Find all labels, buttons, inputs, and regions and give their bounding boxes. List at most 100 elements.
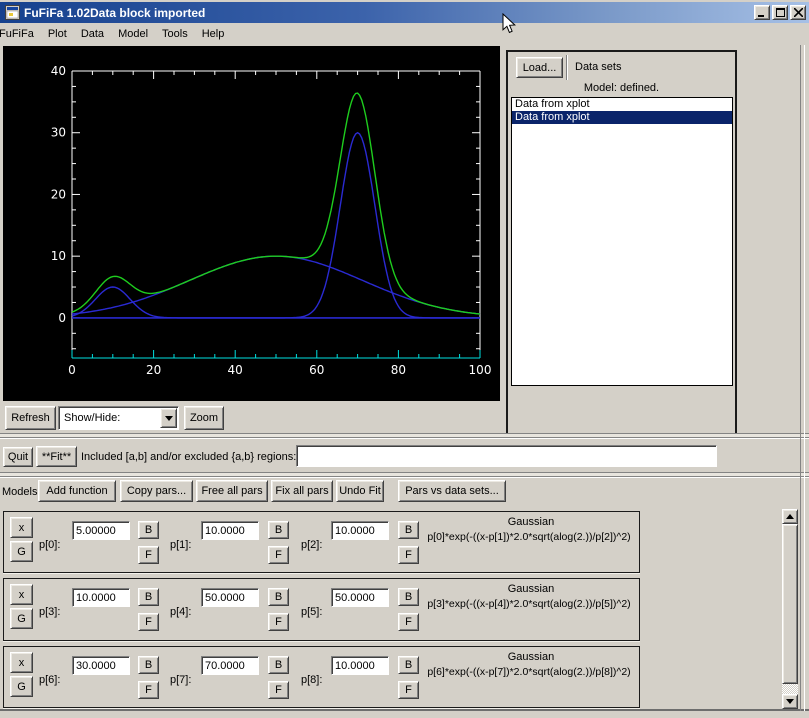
regions-input[interactable] bbox=[296, 445, 717, 467]
menu-model[interactable]: Model bbox=[111, 25, 155, 43]
model-status: Model: defined. bbox=[583, 82, 660, 94]
svg-text:40: 40 bbox=[51, 64, 66, 78]
param-value-input[interactable] bbox=[201, 656, 259, 675]
param-value-input[interactable] bbox=[72, 588, 130, 607]
scrollbar-thumb[interactable] bbox=[782, 524, 798, 684]
param-value-input[interactable] bbox=[331, 588, 389, 607]
param-value-input[interactable] bbox=[331, 521, 389, 540]
maximize-button[interactable] bbox=[772, 5, 788, 20]
param-value-input[interactable] bbox=[72, 656, 130, 675]
fix-param-button[interactable]: F bbox=[138, 613, 159, 631]
fit-button[interactable]: **Fit** bbox=[36, 446, 77, 467]
function-type-title: Gaussian bbox=[507, 651, 555, 663]
undo-fit-button[interactable]: Undo Fit bbox=[336, 480, 384, 502]
fix-param-button[interactable]: F bbox=[268, 681, 289, 699]
separator bbox=[0, 472, 809, 477]
bound-param-button[interactable]: B bbox=[138, 521, 159, 539]
fix-param-button[interactable]: F bbox=[398, 613, 419, 631]
param-label: p[2]: bbox=[301, 539, 323, 551]
param-label: p[6]: bbox=[39, 674, 61, 686]
right-border bbox=[800, 45, 801, 711]
param-label: p[3]: bbox=[39, 606, 61, 618]
close-icon bbox=[793, 8, 803, 17]
minimize-icon bbox=[758, 14, 764, 17]
param-label: p[5]: bbox=[301, 606, 323, 618]
svg-text:80: 80 bbox=[391, 363, 406, 377]
function-type-title: Gaussian bbox=[507, 516, 555, 528]
param-label: p[4]: bbox=[170, 606, 192, 618]
bound-param-button[interactable]: B bbox=[268, 588, 289, 606]
param-label: p[1]: bbox=[170, 539, 192, 551]
param-value-input[interactable] bbox=[201, 588, 259, 607]
scroll-down-button[interactable] bbox=[782, 694, 798, 709]
menu-help[interactable]: Help bbox=[195, 25, 232, 43]
function-formula: p[6]*exp(-((x-p[7])*2.0*sqrt(alog(2.))/p… bbox=[427, 666, 631, 678]
bound-param-button[interactable]: B bbox=[268, 656, 289, 674]
menu-bar: FuFiFa Plot Data Model Tools Help bbox=[0, 23, 809, 45]
pars-vs-datasets-button[interactable]: Pars vs data sets... bbox=[398, 480, 506, 502]
bound-param-button[interactable]: B bbox=[138, 656, 159, 674]
fix-param-button[interactable]: F bbox=[138, 546, 159, 564]
load-button[interactable]: Load... bbox=[516, 57, 563, 78]
quit-button[interactable]: Quit bbox=[3, 447, 33, 467]
plot-canvas: 0 20 40 60 80 100 0 10 20 30 40 bbox=[51, 64, 492, 377]
menu-data[interactable]: Data bbox=[74, 25, 111, 43]
bound-param-button[interactable]: B bbox=[138, 588, 159, 606]
zoom-button[interactable]: Zoom bbox=[184, 406, 224, 430]
arrow-up-icon bbox=[786, 514, 794, 519]
list-item[interactable]: Data from xplot bbox=[512, 98, 732, 111]
copy-pars-button[interactable]: Copy pars... bbox=[120, 480, 193, 502]
svg-text:20: 20 bbox=[146, 363, 161, 377]
mouse-cursor bbox=[502, 13, 516, 34]
bound-param-button[interactable]: B bbox=[398, 521, 419, 539]
window-title: FuFiFa 1.02Data block imported bbox=[24, 5, 206, 20]
delete-function-button[interactable]: x bbox=[10, 584, 33, 605]
bound-param-button[interactable]: B bbox=[268, 521, 289, 539]
fix-param-button[interactable]: F bbox=[268, 613, 289, 631]
param-value-input[interactable] bbox=[201, 521, 259, 540]
scroll-up-button[interactable] bbox=[782, 509, 798, 524]
function-type-button[interactable]: G bbox=[10, 541, 33, 562]
bound-param-button[interactable]: B bbox=[398, 588, 419, 606]
datasets-title: Data sets bbox=[575, 61, 622, 73]
combobox-dropdown-button[interactable] bbox=[160, 408, 177, 428]
right-border-highlight bbox=[804, 45, 805, 711]
svg-text:0: 0 bbox=[58, 311, 66, 325]
title-bar[interactable]: FuFiFa 1.02Data block imported bbox=[0, 2, 809, 23]
models-scrollbar[interactable] bbox=[782, 509, 798, 709]
free-all-pars-button[interactable]: Free all pars bbox=[196, 480, 268, 502]
bound-param-button[interactable]: B bbox=[398, 656, 419, 674]
show-hide-combobox[interactable]: Show/Hide: bbox=[58, 406, 179, 430]
add-function-button[interactable]: Add function bbox=[38, 480, 116, 502]
plot-area: 0 20 40 60 80 100 0 10 20 30 40 bbox=[3, 46, 500, 401]
function-row-3: x G p[6]: B F p[7]: B F p[8]: B F Gaussi… bbox=[3, 646, 640, 708]
delete-function-button[interactable]: x bbox=[10, 652, 33, 673]
delete-function-button[interactable]: x bbox=[10, 517, 33, 538]
param-value-input[interactable] bbox=[331, 656, 389, 675]
function-type-button[interactable]: G bbox=[10, 676, 33, 697]
svg-text:30: 30 bbox=[51, 126, 66, 140]
function-type-button[interactable]: G bbox=[10, 608, 33, 629]
menu-tools[interactable]: Tools bbox=[155, 25, 195, 43]
fix-param-button[interactable]: F bbox=[398, 681, 419, 699]
param-label: p[8]: bbox=[301, 674, 323, 686]
fix-param-button[interactable]: F bbox=[268, 546, 289, 564]
close-button[interactable] bbox=[790, 5, 806, 20]
svg-text:60: 60 bbox=[309, 363, 324, 377]
menu-plot[interactable]: Plot bbox=[41, 25, 74, 43]
datasets-panel: Load... Data sets Model: defined. Data f… bbox=[506, 50, 737, 435]
fix-all-pars-button[interactable]: Fix all pars bbox=[271, 480, 333, 502]
param-value-input[interactable] bbox=[72, 521, 130, 540]
fix-param-button[interactable]: F bbox=[398, 546, 419, 564]
show-hide-value: Show/Hide: bbox=[64, 412, 121, 424]
refresh-button[interactable]: Refresh bbox=[5, 406, 56, 430]
menu-fufifa[interactable]: FuFiFa bbox=[0, 25, 41, 43]
minimize-button[interactable] bbox=[754, 5, 770, 20]
maximize-icon bbox=[775, 8, 785, 17]
panel-separator bbox=[566, 55, 568, 80]
list-item-selected[interactable]: Data from xplot bbox=[512, 111, 732, 124]
fix-param-button[interactable]: F bbox=[138, 681, 159, 699]
function-formula: p[3]*exp(-((x-p[4])*2.0*sqrt(alog(2.))/p… bbox=[427, 598, 631, 610]
chevron-down-icon bbox=[164, 415, 173, 421]
regions-label: Included [a,b] and/or excluded {a,b} reg… bbox=[81, 451, 297, 463]
